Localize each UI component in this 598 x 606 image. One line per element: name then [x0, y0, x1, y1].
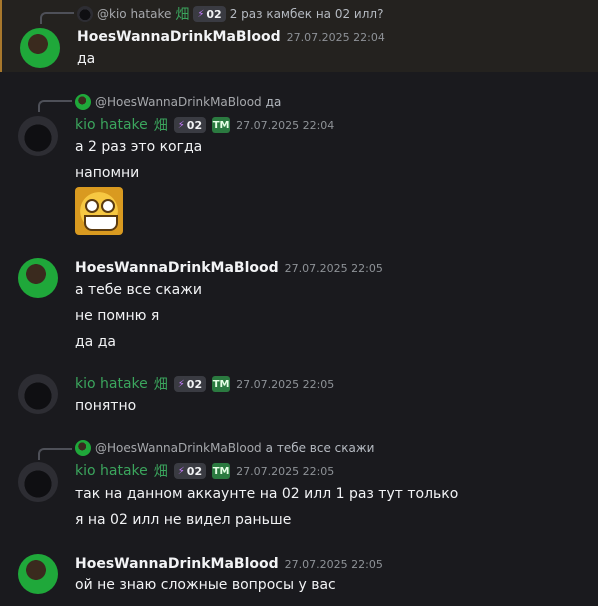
reply-spine [38, 100, 72, 112]
username[interactable]: HoesWannaDrinkMaBlood [75, 556, 279, 572]
message-text: не помню я [75, 308, 160, 324]
message[interactable]: @HoesWannaDrinkMaBlood да kio hatake 畑 ⚡… [0, 92, 598, 242]
emoji-eye [85, 199, 99, 213]
avatar[interactable] [18, 116, 58, 156]
bolt-icon: ⚡ [177, 119, 185, 131]
reply-spine [38, 448, 72, 460]
message[interactable]: @kio hatake 畑 ⚡ 02 2 раз камбек на 02 илл… [0, 0, 598, 72]
username[interactable]: HoesWannaDrinkMaBlood [77, 29, 281, 45]
message-header: HoesWannaDrinkMaBlood 27.07.2025 22:05 [75, 258, 383, 278]
message-text: а 2 раз это когда [75, 139, 203, 155]
message-text: да да [75, 334, 116, 350]
avatar[interactable] [20, 28, 60, 68]
reply-avatar [75, 94, 91, 110]
message[interactable]: HoesWannaDrinkMaBlood 27.07.2025 22:05 а… [0, 258, 598, 358]
message[interactable]: HoesWannaDrinkMaBlood 27.07.2025 22:05 о… [0, 554, 598, 600]
reply-author[interactable]: @HoesWannaDrinkMaBlood [95, 441, 262, 455]
emoji-eye [101, 199, 115, 213]
reply-author-kanji: 畑 [175, 7, 190, 23]
grin-emoji[interactable] [75, 187, 123, 235]
avatar[interactable] [18, 374, 58, 414]
reply-avatar [77, 6, 93, 22]
bolt-icon: ⚡ [177, 378, 185, 390]
username[interactable]: kio hatake [75, 376, 148, 392]
timestamp: 27.07.2025 22:04 [286, 30, 385, 44]
timestamp: 27.07.2025 22:05 [236, 377, 335, 391]
username-kanji: 畑 [153, 464, 168, 480]
reply-author[interactable]: @kio hatake [97, 7, 171, 21]
username[interactable]: kio hatake [75, 463, 148, 479]
username-kanji: 畑 [153, 118, 168, 134]
message-header: kio hatake 畑 ⚡ 02 TM 27.07.2025 22:04 [75, 115, 334, 135]
tm-badge-icon: TM [212, 463, 231, 479]
reply-avatar [75, 440, 91, 456]
username[interactable]: HoesWannaDrinkMaBlood [75, 260, 279, 276]
message-text: понятно [75, 398, 137, 414]
message-text: так на данном аккаунте на 02 илл 1 раз т… [75, 486, 459, 502]
reply-preview[interactable]: @kio hatake 畑 ⚡ 02 2 раз камбек на 02 илл… [77, 6, 384, 23]
emoji-mouth [84, 215, 118, 231]
timestamp: 27.07.2025 22:04 [236, 118, 335, 132]
timestamp: 27.07.2025 22:05 [236, 464, 335, 478]
message-text: да [77, 51, 96, 67]
reply-tag-badge: ⚡ 02 [193, 6, 226, 22]
message[interactable]: @HoesWannaDrinkMaBlood а тебе все скажи … [0, 440, 598, 536]
bolt-icon: ⚡ [177, 465, 185, 477]
message-header: kio hatake 畑 ⚡ 02 TM 27.07.2025 22:05 [75, 461, 334, 481]
message-header: HoesWannaDrinkMaBlood 27.07.2025 22:05 [75, 554, 383, 574]
tag-badge: ⚡ 02 [173, 117, 207, 133]
reply-text: 2 раз камбек на 02 илл? [229, 7, 384, 21]
message-header: HoesWannaDrinkMaBlood 27.07.2025 22:04 [77, 27, 385, 47]
avatar[interactable] [18, 462, 58, 502]
tag-badge: ⚡ 02 [173, 376, 207, 392]
reply-text: а тебе все скажи [265, 441, 375, 455]
message-text: а тебе все скажи [75, 282, 202, 298]
reply-preview[interactable]: @HoesWannaDrinkMaBlood а тебе все скажи [75, 440, 374, 456]
reply-preview[interactable]: @HoesWannaDrinkMaBlood да [75, 94, 281, 110]
message[interactable]: kio hatake 畑 ⚡ 02 TM 27.07.2025 22:05 пон… [0, 374, 598, 420]
username[interactable]: kio hatake [75, 117, 148, 133]
message-text: я на 02 илл не видел раньше [75, 512, 292, 528]
username-kanji: 畑 [153, 377, 168, 393]
tm-badge-icon: TM [212, 376, 231, 392]
tag-badge: ⚡ 02 [173, 463, 207, 479]
timestamp: 27.07.2025 22:05 [284, 261, 383, 275]
reply-text: да [265, 95, 282, 109]
timestamp: 27.07.2025 22:05 [284, 557, 383, 571]
message-text: ой не знаю сложные вопросы у вас [75, 577, 336, 593]
reply-author[interactable]: @HoesWannaDrinkMaBlood [95, 95, 262, 109]
message-header: kio hatake 畑 ⚡ 02 TM 27.07.2025 22:05 [75, 374, 334, 394]
reply-spine [40, 12, 74, 24]
tm-badge-icon: TM [212, 117, 231, 133]
message-text: напомни [75, 165, 140, 181]
bolt-icon: ⚡ [197, 8, 205, 20]
avatar[interactable] [18, 258, 58, 298]
avatar[interactable] [18, 554, 58, 594]
